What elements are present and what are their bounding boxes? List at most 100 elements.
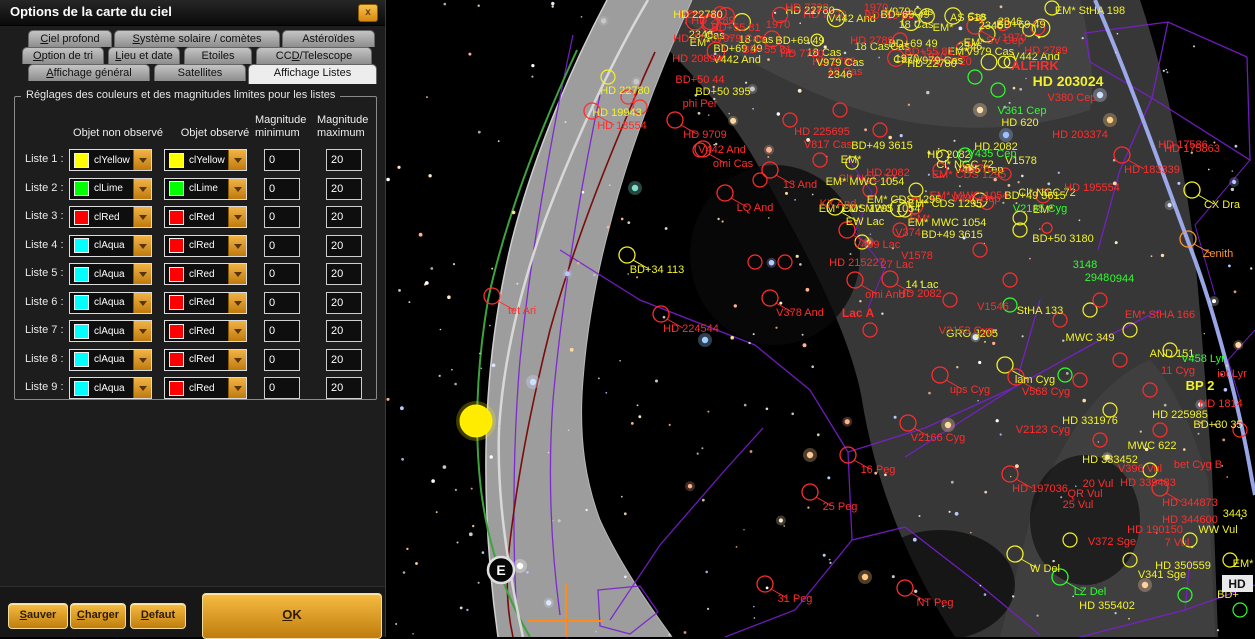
chevron-down-icon[interactable] (228, 293, 246, 313)
close-button[interactable]: x (358, 4, 378, 22)
chevron-down-icon[interactable] (228, 321, 246, 341)
svg-text:EM* MWC 1054: EM* MWC 1054 (826, 176, 905, 188)
save-button[interactable]: Sauver (8, 603, 68, 629)
liste-row: Liste 8 : clAqua clRed (15, 349, 376, 373)
dialog-title: Options de la carte du ciel (10, 4, 172, 19)
unobserved-color-select[interactable]: clLime (69, 178, 152, 200)
chevron-down-icon[interactable] (133, 350, 151, 370)
mag-min-input[interactable] (264, 349, 300, 371)
observed-color-select[interactable]: clYellow (164, 149, 247, 171)
mag-min-input[interactable] (264, 235, 300, 257)
svg-text:HD 225695: HD 225695 (794, 126, 850, 138)
tab-lieu-et-date[interactable]: Lieu et date (108, 47, 180, 64)
observed-color-select[interactable]: clLime (164, 178, 247, 200)
chevron-down-icon[interactable] (133, 179, 151, 199)
mag-max-input[interactable] (326, 263, 362, 285)
svg-text:EM*: EM* (1233, 558, 1255, 570)
mag-max-input[interactable] (326, 349, 362, 371)
mag-max-input[interactable] (326, 206, 362, 228)
unobserved-color-select[interactable]: clAqua (69, 320, 152, 342)
tab-affichage-listes[interactable]: Affichage Listes (248, 64, 377, 84)
color-swatch (74, 295, 89, 310)
chevron-down-icon[interactable] (228, 264, 246, 284)
svg-text:HD 339483: HD 339483 (1120, 477, 1176, 489)
color-name: clLime (184, 183, 228, 194)
chevron-down-icon[interactable] (228, 350, 246, 370)
svg-text:V409 Lac: V409 Lac (854, 239, 901, 251)
chevron-down-icon[interactable] (133, 150, 151, 170)
chevron-down-icon[interactable] (228, 179, 246, 199)
svg-text:BD+49 3615: BD+49 3615 (921, 229, 982, 241)
chevron-down-icon[interactable] (228, 378, 246, 398)
tab-option-de-tri[interactable]: Option de tri (22, 47, 104, 64)
tab-ccd-telescope[interactable]: CCD/Telescope (256, 47, 372, 64)
svg-text:V2135 Cyg: V2135 Cyg (1013, 203, 1067, 215)
load-button[interactable]: Charger (70, 603, 126, 629)
unobserved-color-select[interactable]: clAqua (69, 377, 152, 399)
observed-color-select[interactable]: clRed (164, 206, 247, 228)
default-button[interactable]: Defaut (130, 603, 186, 629)
tab-syst-me-solaire-com-tes[interactable]: Système solaire / comètes (114, 30, 280, 47)
tab-etoiles[interactable]: Etoiles (184, 47, 252, 64)
observed-color-select[interactable]: clRed (164, 263, 247, 285)
tab-ciel-profond[interactable]: Ciel profond (28, 30, 112, 47)
observed-color-select[interactable]: clRed (164, 235, 247, 257)
observed-color-select[interactable]: clRed (164, 377, 247, 399)
mag-max-input[interactable] (326, 235, 362, 257)
tab-ast-ro-des[interactable]: Astéroïdes (282, 30, 375, 47)
chevron-down-icon[interactable] (228, 236, 246, 256)
liste-row: Liste 9 : clAqua clRed (15, 377, 376, 401)
dialog-titlebar[interactable]: Options de la carte du ciel x (0, 0, 385, 26)
liste-row: Liste 6 : clAqua clRed (15, 292, 376, 316)
unobserved-color-select[interactable]: clYellow (69, 149, 152, 171)
svg-text:HD 7720: HD 7720 (785, 2, 828, 14)
mag-max-input[interactable] (326, 377, 362, 399)
mag-min-input[interactable] (264, 178, 300, 200)
svg-text:HD 224544: HD 224544 (663, 323, 719, 335)
chevron-down-icon[interactable] (133, 378, 151, 398)
svg-text:V817 Cas: V817 Cas (804, 139, 853, 151)
mag-min-input[interactable] (264, 263, 300, 285)
mag-min-input[interactable] (264, 206, 300, 228)
ok-button[interactable]: OK (202, 593, 382, 639)
unobserved-color-select[interactable]: clAqua (69, 292, 152, 314)
unobserved-color-select[interactable]: clAqua (69, 263, 152, 285)
observed-color-select[interactable]: clRed (164, 320, 247, 342)
unobserved-color-select[interactable]: clRed (69, 206, 152, 228)
tab-satellites[interactable]: Satellites (154, 64, 246, 81)
selected-object-label[interactable]: HD (1222, 575, 1253, 592)
svg-text:HD 183339: HD 183339 (1124, 164, 1180, 176)
svg-text:KX And: KX And (820, 198, 857, 210)
mag-max-input[interactable] (326, 178, 362, 200)
observed-color-select[interactable]: clRed (164, 292, 247, 314)
tab-affichage-g-n-ral[interactable]: Affichage général (28, 64, 150, 81)
east-cardinal-marker: E (488, 557, 514, 583)
chevron-down-icon[interactable] (228, 207, 246, 227)
mag-min-input[interactable] (264, 149, 300, 171)
chevron-down-icon[interactable] (133, 293, 151, 313)
svg-text:2948: 2948 (1085, 272, 1109, 284)
unobserved-color-select[interactable]: clAqua (69, 349, 152, 371)
mag-min-input[interactable] (264, 377, 300, 399)
sun-marker[interactable] (456, 401, 496, 441)
chevron-down-icon[interactable] (133, 236, 151, 256)
observed-color-select[interactable]: clRed (164, 349, 247, 371)
chevron-down-icon[interactable] (133, 207, 151, 227)
svg-text:V372 Sge: V372 Sge (1088, 536, 1136, 548)
mag-max-input[interactable] (326, 292, 362, 314)
color-swatch (169, 181, 184, 196)
svg-text:HD 203024: HD 203024 (1033, 73, 1104, 89)
mag-min-input[interactable] (264, 292, 300, 314)
color-swatch (74, 153, 89, 168)
mag-max-input[interactable] (326, 149, 362, 171)
chevron-down-icon[interactable] (228, 150, 246, 170)
application-window: E HD 7720V979 Cas18 CasHD 27892346BD+69 … (0, 0, 1255, 637)
unobserved-color-select[interactable]: clAqua (69, 235, 152, 257)
chevron-down-icon[interactable] (133, 264, 151, 284)
mag-max-input[interactable] (326, 320, 362, 342)
mag-min-input[interactable] (264, 320, 300, 342)
chevron-down-icon[interactable] (133, 321, 151, 341)
svg-text:CX Dra: CX Dra (1204, 199, 1241, 211)
color-name: clAqua (89, 240, 133, 251)
color-swatch (169, 381, 184, 396)
